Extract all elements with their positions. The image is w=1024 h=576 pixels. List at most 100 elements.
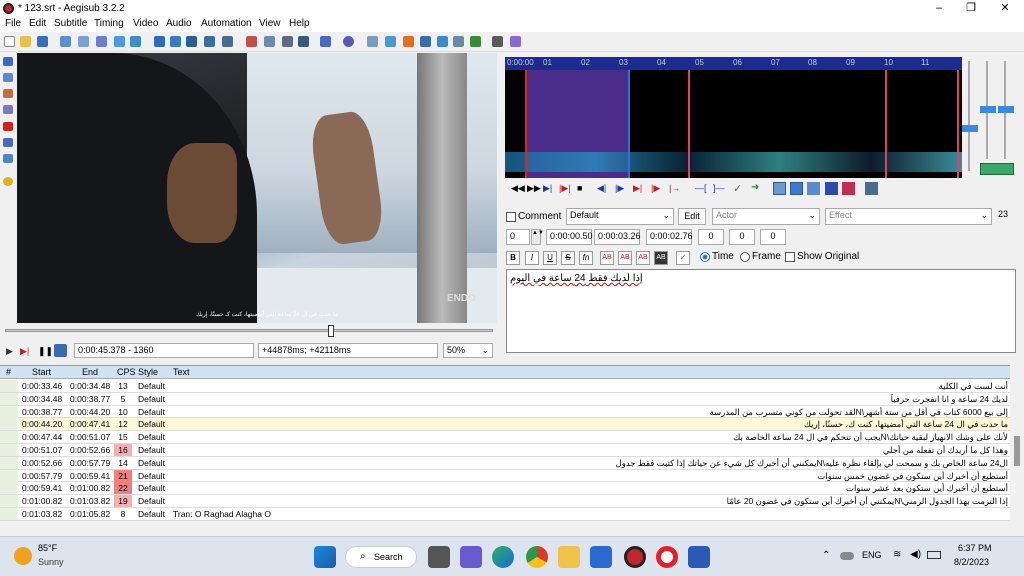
- seek-track[interactable]: [5, 329, 493, 332]
- menu-file[interactable]: File: [5, 18, 21, 29]
- table-row[interactable]: 0:00:47.44 0:00:51.07 15 Default لأنك على وش…: [0, 431, 1010, 444]
- close-button[interactable]: ✕: [990, 0, 1020, 17]
- menu-automation[interactable]: Automation: [201, 18, 252, 29]
- selection-end-marker[interactable]: [628, 70, 630, 178]
- play-after-icon[interactable]: |▶: [651, 183, 660, 194]
- style-assistant-icon[interactable]: [170, 36, 181, 47]
- shift-times-icon[interactable]: [437, 36, 448, 47]
- italic-button[interactable]: I: [525, 251, 539, 265]
- video-offset-field[interactable]: +44878ms; +42118ms: [258, 343, 438, 358]
- play-end-icon[interactable]: ▶|: [633, 183, 642, 194]
- drag-tool-icon[interactable]: [3, 73, 13, 82]
- comment-checkbox[interactable]: [506, 212, 516, 222]
- secondary-color-button[interactable]: AB: [618, 251, 632, 265]
- opera-icon[interactable]: [656, 546, 678, 568]
- spell-checker-icon[interactable]: [264, 36, 275, 47]
- weather-desc[interactable]: Sunny: [38, 557, 64, 567]
- menu-help[interactable]: Help: [289, 18, 310, 29]
- volume-thumb[interactable]: [998, 106, 1014, 113]
- zoom-select[interactable]: 50% ⌄: [443, 343, 493, 358]
- file-explorer-icon[interactable]: [558, 546, 580, 568]
- grid-scrollbar-thumb[interactable]: [1014, 436, 1020, 466]
- resample-icon[interactable]: [204, 36, 215, 47]
- fonts-collector-icon[interactable]: [130, 36, 141, 47]
- styles-manager-icon[interactable]: [154, 36, 165, 47]
- actor-field[interactable]: Actor ⌄: [712, 208, 820, 225]
- clip-icon[interactable]: [3, 138, 13, 147]
- show-original-checkbox[interactable]: [785, 252, 795, 262]
- windows-start-icon[interactable]: [314, 546, 336, 568]
- auto-next-icon[interactable]: [790, 182, 803, 195]
- table-row[interactable]: 0:00:44.20 0:00:47.41 12 Default ما حدث في ا…: [0, 418, 1010, 432]
- menu-edit[interactable]: Edit: [29, 18, 46, 29]
- properties-icon[interactable]: [96, 36, 107, 47]
- scale-icon[interactable]: [3, 122, 13, 131]
- rotate-z-icon[interactable]: [3, 89, 13, 98]
- table-row[interactable]: 0:00:59.41 0:01:00.82 22 Default أستطيع أن أ…: [0, 482, 1010, 496]
- options-icon[interactable]: [492, 36, 503, 47]
- translation-assistant-icon[interactable]: [186, 36, 197, 47]
- play-selection-icon[interactable]: ▶|: [543, 183, 552, 194]
- time-radio[interactable]: [700, 252, 710, 262]
- menu-view[interactable]: View: [259, 18, 281, 29]
- table-row[interactable]: 0:00:34.48 0:00:38.77 5 Default لديك 24 ساعة…: [0, 392, 1010, 406]
- snap-start-icon[interactable]: [367, 36, 378, 47]
- globe-icon[interactable]: [343, 36, 354, 47]
- play-line-icon[interactable]: ▶|: [20, 346, 29, 357]
- edit-style-button[interactable]: Edit: [678, 208, 706, 225]
- lead-out-icon[interactable]: ]—: [713, 183, 725, 193]
- link-sliders-icon[interactable]: [980, 163, 1014, 175]
- strikeout-button[interactable]: S: [561, 251, 575, 265]
- automation-icon[interactable]: [320, 36, 331, 47]
- table-row[interactable]: 0:01:00.82 0:01:03.82 19 Default إذا التزمت …: [0, 495, 1010, 508]
- task-view-icon[interactable]: [428, 546, 450, 568]
- lead-in-icon[interactable]: —[: [695, 183, 707, 193]
- margin-right-field[interactable]: 0: [729, 229, 755, 245]
- style-select[interactable]: Default ⌄: [566, 208, 674, 225]
- play-current-line-icon[interactable]: |▶|: [559, 183, 571, 194]
- pen-icon[interactable]: [282, 36, 293, 47]
- table-row[interactable]: 0:00:38.77 0:00:44.20 10 Default إلى بيع 600…: [0, 405, 1010, 419]
- search-box[interactable]: ⌕ Search: [345, 546, 417, 568]
- attachments-icon[interactable]: [114, 36, 125, 47]
- speaker-icon[interactable]: ◀): [910, 549, 921, 560]
- pause-icon[interactable]: ❚❚: [38, 346, 53, 357]
- menu-audio[interactable]: Audio: [166, 18, 192, 29]
- edge-icon[interactable]: [492, 546, 514, 568]
- karaoke-icon[interactable]: [842, 182, 855, 195]
- vertical-zoom-thumb[interactable]: [980, 106, 996, 113]
- spectrum-icon[interactable]: [825, 182, 838, 195]
- commit-checkmark-icon[interactable]: ✓: [676, 251, 690, 265]
- input-language[interactable]: ENG: [862, 550, 882, 560]
- vector-clip-icon[interactable]: [3, 154, 13, 163]
- commit-icon[interactable]: ✓: [733, 182, 742, 195]
- bold-button[interactable]: B: [506, 251, 520, 265]
- selection-start-marker[interactable]: [525, 70, 527, 178]
- play-start-icon[interactable]: |▶: [615, 183, 624, 194]
- about-icon[interactable]: [510, 36, 521, 47]
- microsoft-store-icon[interactable]: [590, 546, 612, 568]
- chrome-icon[interactable]: [526, 546, 548, 568]
- maximize-button[interactable]: ❐: [956, 0, 986, 17]
- battery-icon[interactable]: [927, 551, 941, 559]
- jump-to-icon[interactable]: [60, 36, 71, 47]
- outline-color-button[interactable]: AB: [636, 251, 650, 265]
- table-row[interactable]: 0:01:03.82 0:01:05.82 8 Default Tran: O Ragh…: [0, 508, 1010, 521]
- auto-commit-icon[interactable]: [773, 182, 786, 195]
- table-row[interactable]: 0:00:57.79 0:00:59.41 21 Default أستطيع أن أ…: [0, 469, 1010, 483]
- horizontal-zoom-thumb[interactable]: [962, 125, 978, 132]
- stop-audio-icon[interactable]: ■: [577, 183, 582, 193]
- timing-mode-icon[interactable]: [865, 182, 878, 195]
- arrow-right-icon[interactable]: [403, 36, 414, 47]
- video-time-field[interactable]: 0:00:45.378 - 1360: [74, 343, 254, 358]
- menu-subtitle[interactable]: Subtitle: [54, 18, 87, 29]
- prev-line-icon[interactable]: ◀◀: [511, 183, 525, 194]
- table-row[interactable]: 0:00:51.07 0:00:52.66 16 Default وهذا كل ما …: [0, 444, 1010, 457]
- video-display[interactable]: ما حدث في ال 24 ساعة التي أمضيتها، كنت ك…: [17, 53, 497, 323]
- start-time-field[interactable]: 0:00:00.50: [546, 229, 593, 245]
- standard-tool-icon[interactable]: [3, 57, 13, 66]
- chevron-up-icon[interactable]: ⌃: [822, 550, 830, 561]
- layer-field[interactable]: 0: [506, 229, 530, 245]
- menu-timing[interactable]: Timing: [94, 18, 124, 29]
- zoom-icon[interactable]: [78, 36, 89, 47]
